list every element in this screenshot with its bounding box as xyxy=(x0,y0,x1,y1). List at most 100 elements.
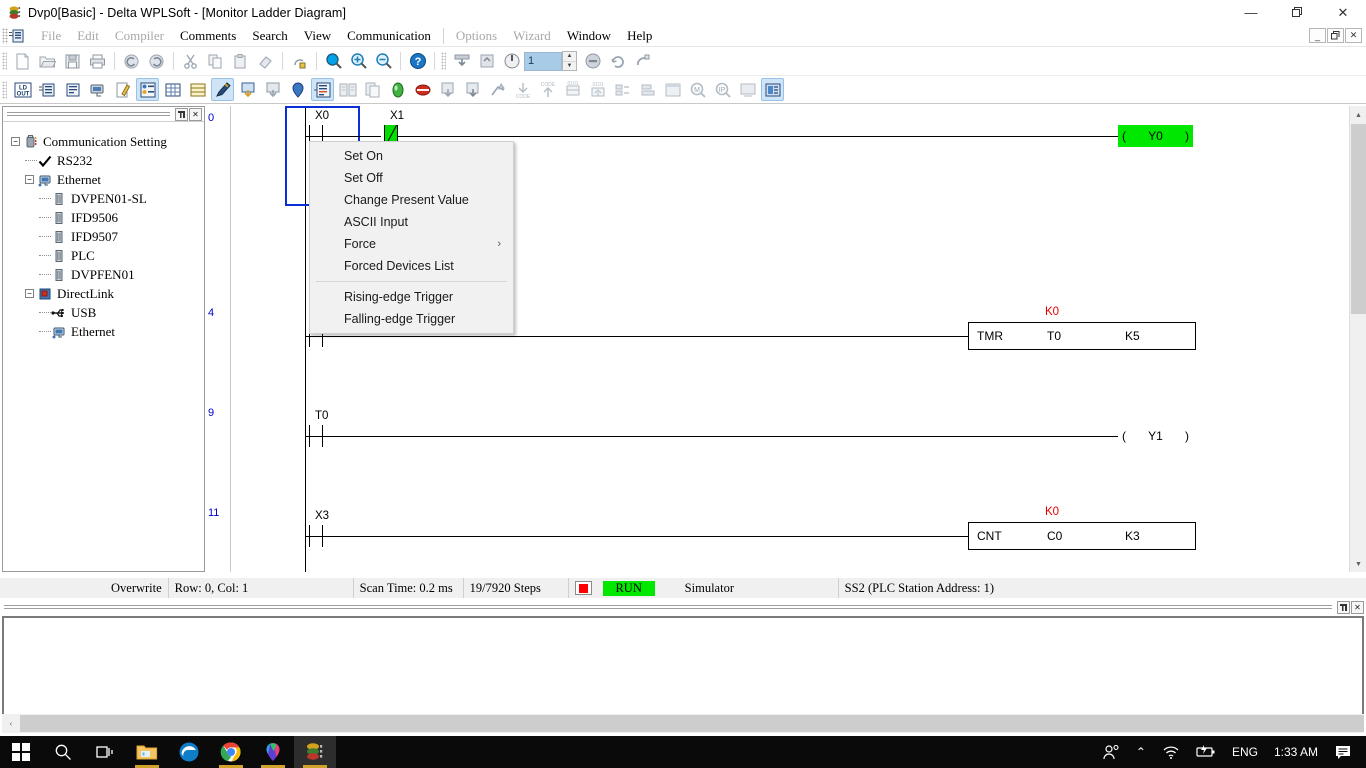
task-view-button[interactable] xyxy=(84,736,126,768)
zoom-icon[interactable] xyxy=(322,50,345,73)
microsoft-edge-button[interactable] xyxy=(168,736,210,768)
window-icon[interactable] xyxy=(661,78,684,101)
ladder-instruction-toggle-icon[interactable] xyxy=(288,50,311,73)
monitor-mode-icon[interactable] xyxy=(311,78,334,101)
output-message-pane[interactable] xyxy=(2,616,1364,716)
scroll-up-icon[interactable]: ▲ xyxy=(1350,106,1366,123)
tree-node-ifd9506[interactable]: IFD9506 xyxy=(9,208,204,227)
simulator-icon[interactable] xyxy=(761,78,784,101)
highlight-pen-icon[interactable] xyxy=(211,78,234,101)
save-image-icon[interactable] xyxy=(736,78,759,101)
start-button[interactable] xyxy=(0,736,42,768)
stop-plc-button[interactable] xyxy=(574,581,592,595)
program-monitor-icon[interactable] xyxy=(631,50,654,73)
tree-node-directlink-ethernet[interactable]: Ethernet xyxy=(9,322,204,341)
zoom-out-icon[interactable] xyxy=(372,50,395,73)
stepper-down-icon[interactable]: ▼ xyxy=(563,62,576,71)
menu-wizard[interactable]: Wizard xyxy=(505,26,559,46)
zoom-in-icon[interactable] xyxy=(347,50,370,73)
delete-row-icon[interactable] xyxy=(261,78,284,101)
menu-search[interactable]: Search xyxy=(244,26,295,46)
menubar-grip[interactable] xyxy=(2,27,8,44)
find-device-icon[interactable]: M xyxy=(686,78,709,101)
menu-edit[interactable]: Edit xyxy=(69,26,107,46)
context-menu-set-on[interactable]: Set On xyxy=(310,145,513,167)
google-chrome-button[interactable] xyxy=(210,736,252,768)
tree-node-rs232[interactable]: RS232 xyxy=(9,151,204,170)
menu-view[interactable]: View xyxy=(296,26,339,46)
people-button[interactable] xyxy=(1094,736,1128,768)
menu-window[interactable]: Window xyxy=(559,26,619,46)
output-pin-button[interactable] xyxy=(1337,600,1350,614)
context-menu-falling-edge-trigger[interactable]: Falling-edge Trigger xyxy=(310,308,513,330)
close-button[interactable]: ✕ xyxy=(1320,0,1366,25)
scroll-down-icon[interactable]: ▼ xyxy=(1350,555,1366,572)
tree-node-dvpfen01[interactable]: DVPFEN01 xyxy=(9,265,204,284)
mdi-minimize-button[interactable]: _ xyxy=(1309,28,1326,43)
find-instruction-icon[interactable]: IP xyxy=(711,78,734,101)
menu-options[interactable]: Options xyxy=(448,26,505,46)
ladder-toolbar-grip[interactable] xyxy=(2,80,7,99)
language-indicator[interactable]: ENG xyxy=(1224,736,1266,768)
cut-icon[interactable] xyxy=(179,50,202,73)
maximize-button[interactable] xyxy=(1274,0,1320,25)
help-icon[interactable]: ? xyxy=(406,50,429,73)
coil-y0[interactable]: ( Y0 ) xyxy=(1118,125,1193,147)
menu-compiler[interactable]: Compiler xyxy=(107,26,172,46)
compare-icon[interactable] xyxy=(336,78,359,101)
save-icon[interactable] xyxy=(61,50,84,73)
copy-icon[interactable] xyxy=(204,50,227,73)
balloon-comment-icon[interactable] xyxy=(286,78,309,101)
download-plc-icon[interactable] xyxy=(450,50,473,73)
battery-button[interactable] xyxy=(1188,736,1224,768)
context-menu-change-present-value[interactable]: Change Present Value xyxy=(310,189,513,211)
context-menu-forced-devices-list[interactable]: Forced Devices List xyxy=(310,255,513,277)
tree-node-dvpen01-sl[interactable]: DVPEN01-SL xyxy=(9,189,204,208)
align-icon[interactable] xyxy=(636,78,659,101)
hscroll-track[interactable] xyxy=(20,715,1364,732)
stop-plc-icon[interactable] xyxy=(581,50,604,73)
clock[interactable]: 1:33 AM xyxy=(1266,736,1326,768)
sort-icon[interactable] xyxy=(611,78,634,101)
expander-icon[interactable]: − xyxy=(25,289,34,298)
scrollbar-thumb[interactable] xyxy=(1351,124,1366,314)
code-down-icon[interactable]: CODE xyxy=(511,78,534,101)
context-menu-ascii-input[interactable]: ASCII Input xyxy=(310,211,513,233)
insert-row-icon[interactable] xyxy=(236,78,259,101)
ladder-vertical-scrollbar[interactable]: ▲ ▼ xyxy=(1349,106,1366,572)
output-dock-grip[interactable] xyxy=(2,603,1336,611)
file-explorer-button[interactable] xyxy=(126,736,168,768)
run-stop-icon[interactable] xyxy=(500,50,523,73)
redo-icon[interactable] xyxy=(145,50,168,73)
open-file-icon[interactable] xyxy=(36,50,59,73)
paste-icon[interactable] xyxy=(229,50,252,73)
menu-file[interactable]: File xyxy=(33,26,69,46)
comment-edit-icon[interactable] xyxy=(111,78,134,101)
disconnect-icon[interactable] xyxy=(486,78,509,101)
toolbar-grip-2[interactable] xyxy=(441,52,446,70)
read-plc-icon[interactable] xyxy=(461,78,484,101)
instruction-block-cnt[interactable]: CNT C0 K3 xyxy=(968,522,1196,550)
minimize-button[interactable]: — xyxy=(1228,0,1274,25)
instruction-view-icon[interactable] xyxy=(61,78,84,101)
toolbar-grip[interactable] xyxy=(2,52,7,70)
maps-app-button[interactable] xyxy=(252,736,294,768)
instruction-block-tmr[interactable]: TMR T0 K5 xyxy=(968,322,1196,350)
monitor-refresh-icon[interactable] xyxy=(606,50,629,73)
tree-node-communication-setting[interactable]: − Communication Setting xyxy=(9,132,204,151)
tree-node-usb[interactable]: USB xyxy=(9,303,204,322)
menu-help[interactable]: Help xyxy=(619,26,660,46)
contact-list-icon[interactable] xyxy=(136,78,159,101)
menu-comments[interactable]: Comments xyxy=(172,26,244,46)
dock-grip[interactable] xyxy=(5,110,174,118)
plc-station-input[interactable] xyxy=(524,51,562,71)
new-file-icon[interactable] xyxy=(11,50,34,73)
bit-table-icon[interactable]: 0101 xyxy=(586,78,609,101)
plc-station-stepper[interactable]: ▲ ▼ xyxy=(562,51,577,71)
dock-close-button[interactable]: ✕ xyxy=(189,107,202,121)
undo-icon[interactable] xyxy=(120,50,143,73)
ld-out-icon[interactable]: LD OUT xyxy=(11,78,34,101)
ladder-view-icon[interactable] xyxy=(36,78,59,101)
dock-pin-button[interactable] xyxy=(175,107,188,121)
context-menu-force[interactable]: Force › xyxy=(310,233,513,255)
